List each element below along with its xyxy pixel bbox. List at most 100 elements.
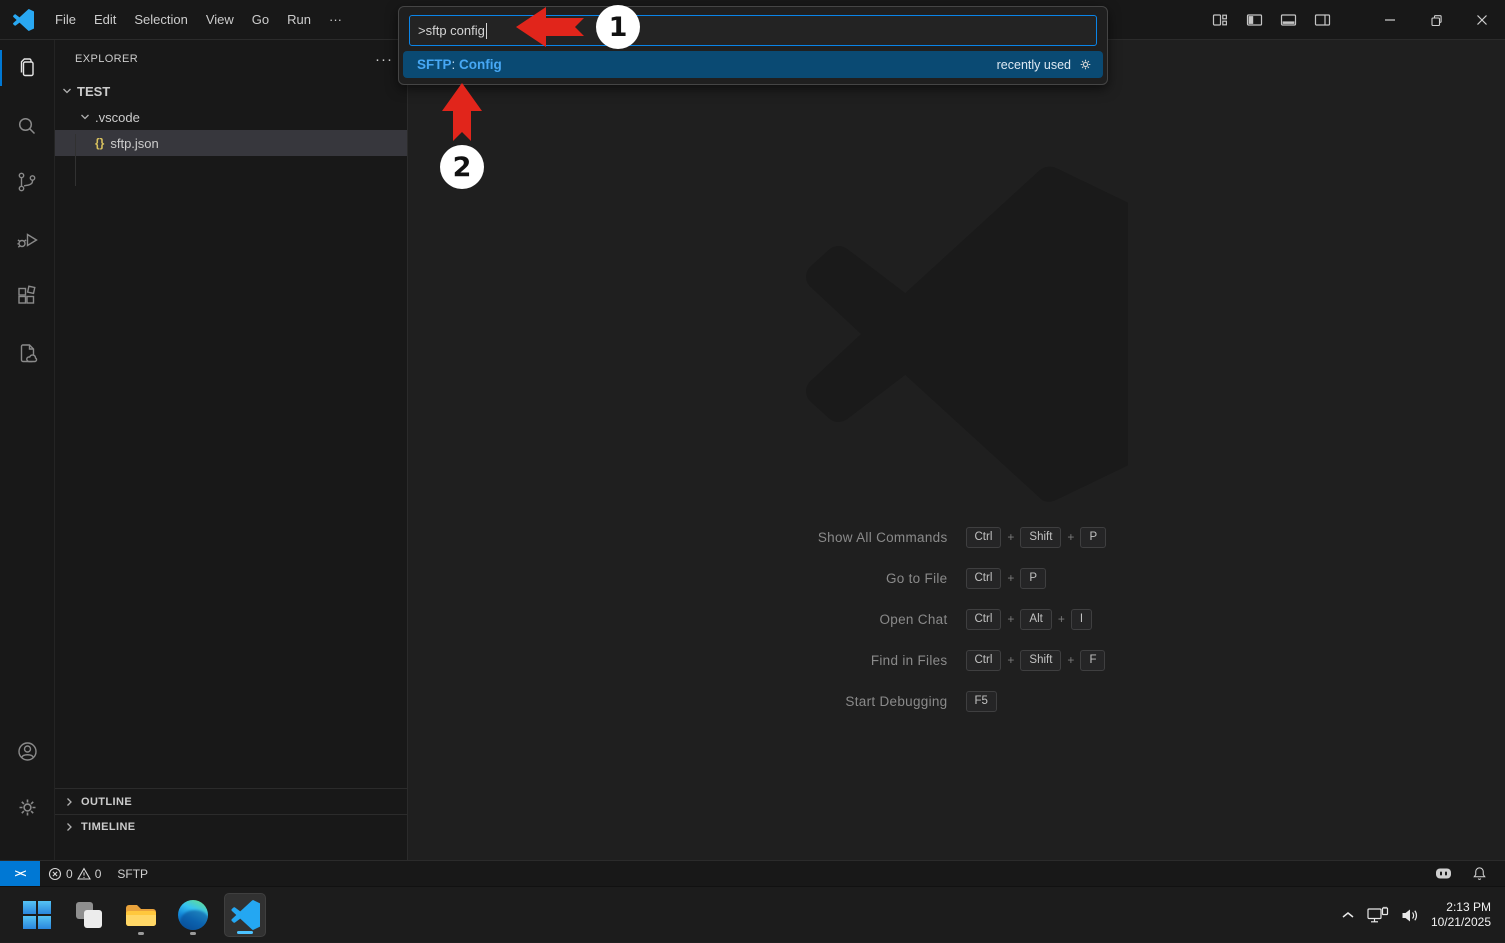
notifications-bell-icon[interactable]: [1464, 861, 1495, 886]
error-icon: [48, 867, 62, 881]
settings-gear-icon[interactable]: [0, 782, 54, 832]
tray-date: 10/21/2025: [1431, 915, 1491, 930]
tree-item-vscode-folder[interactable]: .vscode: [55, 104, 407, 130]
sidebar-title: EXPLORER: [75, 53, 138, 65]
explorer-icon[interactable]: [0, 43, 54, 93]
sftp-status-item[interactable]: SFTP: [109, 861, 156, 886]
recently-used-label: recently used: [997, 58, 1071, 72]
menu-view[interactable]: View: [197, 0, 243, 40]
shortcut-row: Start Debugging F5: [408, 690, 1505, 712]
activity-bar: [0, 40, 55, 860]
sidebar-actions-icon[interactable]: ···: [375, 51, 393, 68]
run-debug-icon[interactable]: [0, 214, 54, 264]
explorer-sidebar: EXPLORER ··· TEST .vscode {} sftp.json O…: [55, 40, 408, 860]
plus-separator: +: [1007, 530, 1014, 544]
shortcut-label: Start Debugging: [647, 694, 957, 709]
key-chip: Shift: [1020, 527, 1061, 548]
plus-separator: +: [1067, 653, 1074, 667]
edge-browser-button[interactable]: [172, 893, 214, 937]
tree-item-root[interactable]: TEST: [55, 78, 407, 104]
taskbar-clock[interactable]: 2:13 PM 10/21/2025: [1431, 900, 1491, 930]
menu-run[interactable]: Run: [278, 0, 320, 40]
annotation-arrow-2: [440, 81, 484, 143]
warning-count: 0: [95, 867, 102, 881]
file-explorer-button[interactable]: [120, 893, 162, 937]
command-result-sftp-config[interactable]: SFTP: Config recently used: [403, 51, 1103, 78]
plus-separator: +: [1007, 571, 1014, 585]
vscode-taskbar-button[interactable]: [224, 893, 266, 937]
task-view-icon: [75, 901, 103, 929]
json-file-icon: {}: [95, 136, 104, 150]
key-chip: F: [1080, 650, 1105, 671]
timeline-section-header[interactable]: TIMELINE: [55, 814, 407, 838]
minimize-button[interactable]: [1367, 0, 1413, 40]
result-label: SFTP: Config: [417, 57, 502, 72]
vscode-logo-icon: [12, 9, 34, 31]
folder-icon: [125, 902, 157, 929]
chevron-down-icon: [79, 111, 91, 123]
extensions-icon[interactable]: [0, 271, 54, 321]
sftp-extension-icon[interactable]: [0, 328, 54, 378]
task-view-button[interactable]: [68, 893, 110, 937]
source-control-icon[interactable]: [0, 157, 54, 207]
outline-label: OUTLINE: [81, 796, 132, 808]
menu-file[interactable]: File: [46, 0, 85, 40]
command-input-value: >sftp config: [418, 23, 485, 38]
account-icon[interactable]: [0, 726, 54, 776]
menu-bar: File Edit Selection View Go Run ···: [46, 0, 351, 40]
command-palette-input[interactable]: >sftp config: [409, 15, 1097, 46]
running-indicator: [190, 932, 196, 935]
file-label: sftp.json: [110, 136, 158, 151]
toggle-panel-icon[interactable]: [1271, 0, 1305, 40]
restore-button[interactable]: [1413, 0, 1459, 40]
configure-keybinding-gear-icon[interactable]: [1078, 57, 1093, 72]
shortcut-row: Show All Commands Ctrl+Shift+P: [408, 526, 1505, 548]
plus-separator: +: [1007, 612, 1014, 626]
search-icon[interactable]: [0, 101, 54, 151]
shortcut-label: Open Chat: [647, 612, 957, 627]
network-ethernet-icon[interactable]: [1367, 906, 1389, 924]
tree-item-sftp-json[interactable]: {} sftp.json: [55, 130, 407, 156]
key-chip: I: [1071, 609, 1092, 630]
key-chip: Ctrl: [966, 609, 1002, 630]
folder-label: .vscode: [95, 110, 140, 125]
warning-icon: [77, 867, 91, 881]
volume-icon[interactable]: [1401, 908, 1419, 923]
key-chip: P: [1080, 527, 1106, 548]
active-indicator: [0, 50, 2, 86]
problems-indicator[interactable]: 0 0: [40, 861, 109, 886]
tray-chevron-up-icon[interactable]: [1341, 911, 1355, 919]
vscode-icon: [230, 900, 260, 930]
menu-more[interactable]: ···: [320, 0, 351, 40]
active-app-indicator: [237, 931, 253, 934]
text-caret: [486, 23, 487, 39]
menu-selection[interactable]: Selection: [125, 0, 196, 40]
shortcut-label: Go to File: [647, 571, 957, 586]
key-chip: Ctrl: [966, 527, 1002, 548]
start-button[interactable]: [16, 893, 58, 937]
menu-edit[interactable]: Edit: [85, 0, 125, 40]
key-chip: Shift: [1020, 650, 1061, 671]
root-folder-label: TEST: [77, 84, 110, 99]
running-indicator: [138, 932, 144, 935]
vscode-watermark-logo: [790, 165, 1128, 503]
error-count: 0: [66, 867, 73, 881]
toggle-primary-sidebar-icon[interactable]: [1237, 0, 1271, 40]
close-button[interactable]: [1459, 0, 1505, 40]
menu-go[interactable]: Go: [243, 0, 278, 40]
remote-indicator[interactable]: ><: [0, 861, 40, 886]
chevron-down-icon: [61, 85, 73, 97]
tray-time: 2:13 PM: [1431, 900, 1491, 915]
shortcut-row: Open Chat Ctrl+Alt+I: [408, 608, 1505, 630]
key-chip: Ctrl: [966, 650, 1002, 671]
windows-taskbar: 2:13 PM 10/21/2025: [0, 886, 1505, 942]
outline-section-header[interactable]: OUTLINE: [55, 788, 407, 814]
key-chip: F5: [966, 691, 997, 712]
shortcut-row: Go to File Ctrl+P: [408, 567, 1505, 589]
copilot-icon[interactable]: [1427, 861, 1460, 886]
annotation-arrow-1: [514, 5, 586, 49]
customize-layout-icon[interactable]: [1203, 0, 1237, 40]
command-palette: >sftp config SFTP: Config recently used: [398, 6, 1108, 85]
toggle-secondary-sidebar-icon[interactable]: [1305, 0, 1339, 40]
shortcut-label: Find in Files: [647, 653, 957, 668]
